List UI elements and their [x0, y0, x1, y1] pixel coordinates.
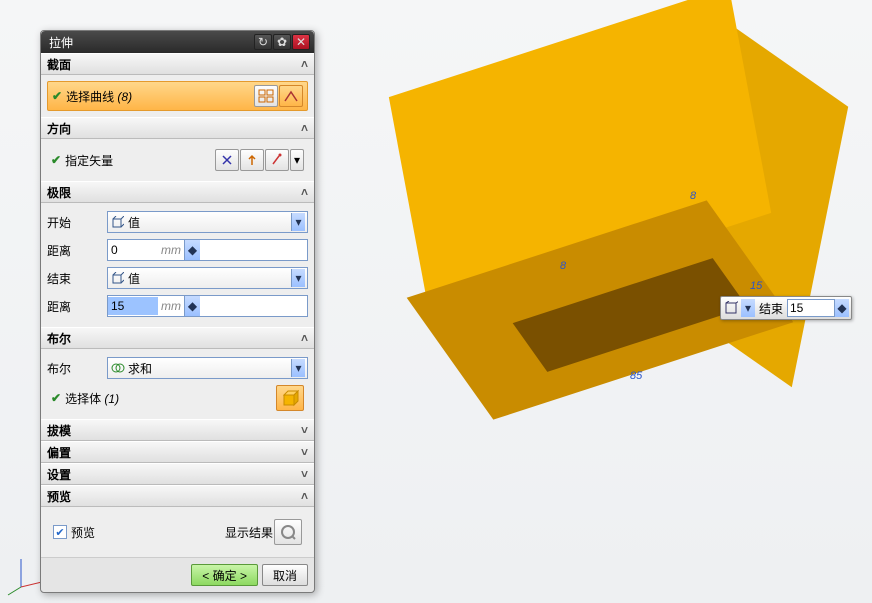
section-offset-header[interactable]: 偏置 ˅ — [41, 441, 314, 463]
dimension-15: 15 — [750, 280, 762, 292]
boolean-label: 布尔 — [47, 360, 107, 377]
chevron-up-icon: ˄ — [301, 331, 308, 345]
boolean-combo[interactable]: 求和 ▾ — [107, 357, 308, 379]
section-offset-label: 偏置 — [47, 444, 71, 461]
dropdown-arrow-icon[interactable]: ▾ — [291, 213, 305, 231]
limits-end-dist-label: 距离 — [47, 298, 107, 315]
spin-icon[interactable]: ◆ — [184, 240, 200, 260]
chevron-down-icon: ˅ — [301, 423, 308, 437]
section-boolean-label: 布尔 — [47, 330, 71, 347]
extrude-dialog: 拉伸 ↻ ✿ ✕ 截面 ˄ ✔ 选择曲线 (8) 方向 ˄ ✔ — [40, 30, 315, 593]
dialog-title: 拉伸 — [45, 34, 253, 51]
select-curve-row[interactable]: ✔ 选择曲线 (8) — [47, 81, 308, 111]
section-direction-label: 方向 — [47, 120, 71, 137]
preview-checkbox-label: 预览 — [71, 524, 95, 541]
section-profile-header[interactable]: 截面 ˄ — [41, 53, 314, 75]
close-button[interactable]: ✕ — [292, 34, 310, 50]
section-limits-label: 极限 — [47, 184, 71, 201]
limits-start-combo[interactable]: 值 ▾ — [107, 211, 308, 233]
chevron-down-icon: ˅ — [301, 467, 308, 481]
cube-icon — [723, 300, 739, 316]
reset-button[interactable]: ↻ — [254, 34, 272, 50]
spin-icon[interactable]: ◆ — [184, 296, 200, 316]
select-body-button[interactable] — [276, 385, 304, 411]
dropdown-arrow-icon[interactable]: ▾ — [291, 359, 305, 377]
check-icon: ✔ — [52, 89, 62, 103]
section-boolean-header[interactable]: 布尔 ˄ — [41, 327, 314, 349]
section-preview-label: 预览 — [47, 488, 71, 505]
section-settings-label: 设置 — [47, 466, 71, 483]
section-profile-label: 截面 — [47, 56, 71, 73]
vector-menu-button[interactable]: ▾ — [290, 149, 304, 171]
section-direction-header[interactable]: 方向 ˄ — [41, 117, 314, 139]
show-result-label: 显示结果 — [225, 524, 273, 541]
float-spin[interactable]: ◆ — [835, 299, 849, 317]
select-curve-label: 选择曲线 (8) — [66, 88, 253, 105]
limits-start-label: 开始 — [47, 214, 107, 231]
section-draft-header[interactable]: 拔模 ˅ — [41, 419, 314, 441]
float-end-value[interactable] — [787, 299, 835, 317]
dialog-button-row: < 确定 > 取消 — [41, 557, 314, 592]
vector-constructor-button[interactable] — [265, 149, 289, 171]
preview-checkbox[interactable]: ✔ — [53, 525, 67, 539]
cube-icon — [110, 270, 126, 286]
chevron-up-icon: ˄ — [301, 185, 308, 199]
check-icon: ✔ — [51, 391, 61, 405]
limits-end-label: 结束 — [47, 270, 107, 287]
specify-vector-row[interactable]: ✔ 指定矢量 ▾ — [47, 145, 308, 175]
specify-vector-label: 指定矢量 — [65, 152, 214, 169]
settings-button[interactable]: ✿ — [273, 34, 291, 50]
dimension-85: 85 — [630, 370, 642, 382]
dialog-titlebar[interactable]: 拉伸 ↻ ✿ ✕ — [41, 31, 314, 53]
cancel-button[interactable]: 取消 — [262, 564, 308, 586]
dimension-8b: 8 — [690, 190, 696, 202]
check-icon: ✔ — [51, 153, 61, 167]
curve-rule-button[interactable] — [254, 85, 278, 107]
section-preview-header[interactable]: 预览 ˄ — [41, 485, 314, 507]
chevron-up-icon: ˄ — [301, 489, 308, 503]
model-solid — [380, 35, 800, 415]
select-body-row[interactable]: ✔ 选择体 (1) — [47, 383, 308, 413]
section-settings-header[interactable]: 设置 ˅ — [41, 463, 314, 485]
show-result-button[interactable] — [274, 519, 302, 545]
limits-end-dist-input[interactable]: mm ◆ — [107, 295, 308, 317]
oncanvas-end-input[interactable]: ▾ 结束 ◆ — [720, 296, 852, 320]
float-combo-arrow[interactable]: ▾ — [741, 299, 755, 317]
float-end-label: 结束 — [759, 300, 783, 317]
unite-icon — [110, 360, 126, 376]
limits-end-combo[interactable]: 值 ▾ — [107, 267, 308, 289]
ok-button[interactable]: < 确定 > — [191, 564, 258, 586]
section-draft-label: 拔模 — [47, 422, 71, 439]
vector-dialog-button[interactable] — [240, 149, 264, 171]
chevron-up-icon: ˄ — [301, 121, 308, 135]
sketch-section-button[interactable] — [279, 85, 303, 107]
viewport-3d[interactable]: 8 8 85 15 ▾ 结束 ◆ — [320, 0, 872, 603]
reverse-direction-button[interactable] — [215, 149, 239, 171]
dropdown-arrow-icon[interactable]: ▾ — [291, 269, 305, 287]
limits-start-dist-input[interactable]: mm ◆ — [107, 239, 308, 261]
cube-icon — [110, 214, 126, 230]
select-body-label: 选择体 (1) — [65, 390, 275, 407]
chevron-down-icon: ˅ — [301, 445, 308, 459]
chevron-up-icon: ˄ — [301, 57, 308, 71]
dimension-8a: 8 — [560, 260, 566, 272]
section-limits-header[interactable]: 极限 ˄ — [41, 181, 314, 203]
limits-start-dist-label: 距离 — [47, 242, 107, 259]
